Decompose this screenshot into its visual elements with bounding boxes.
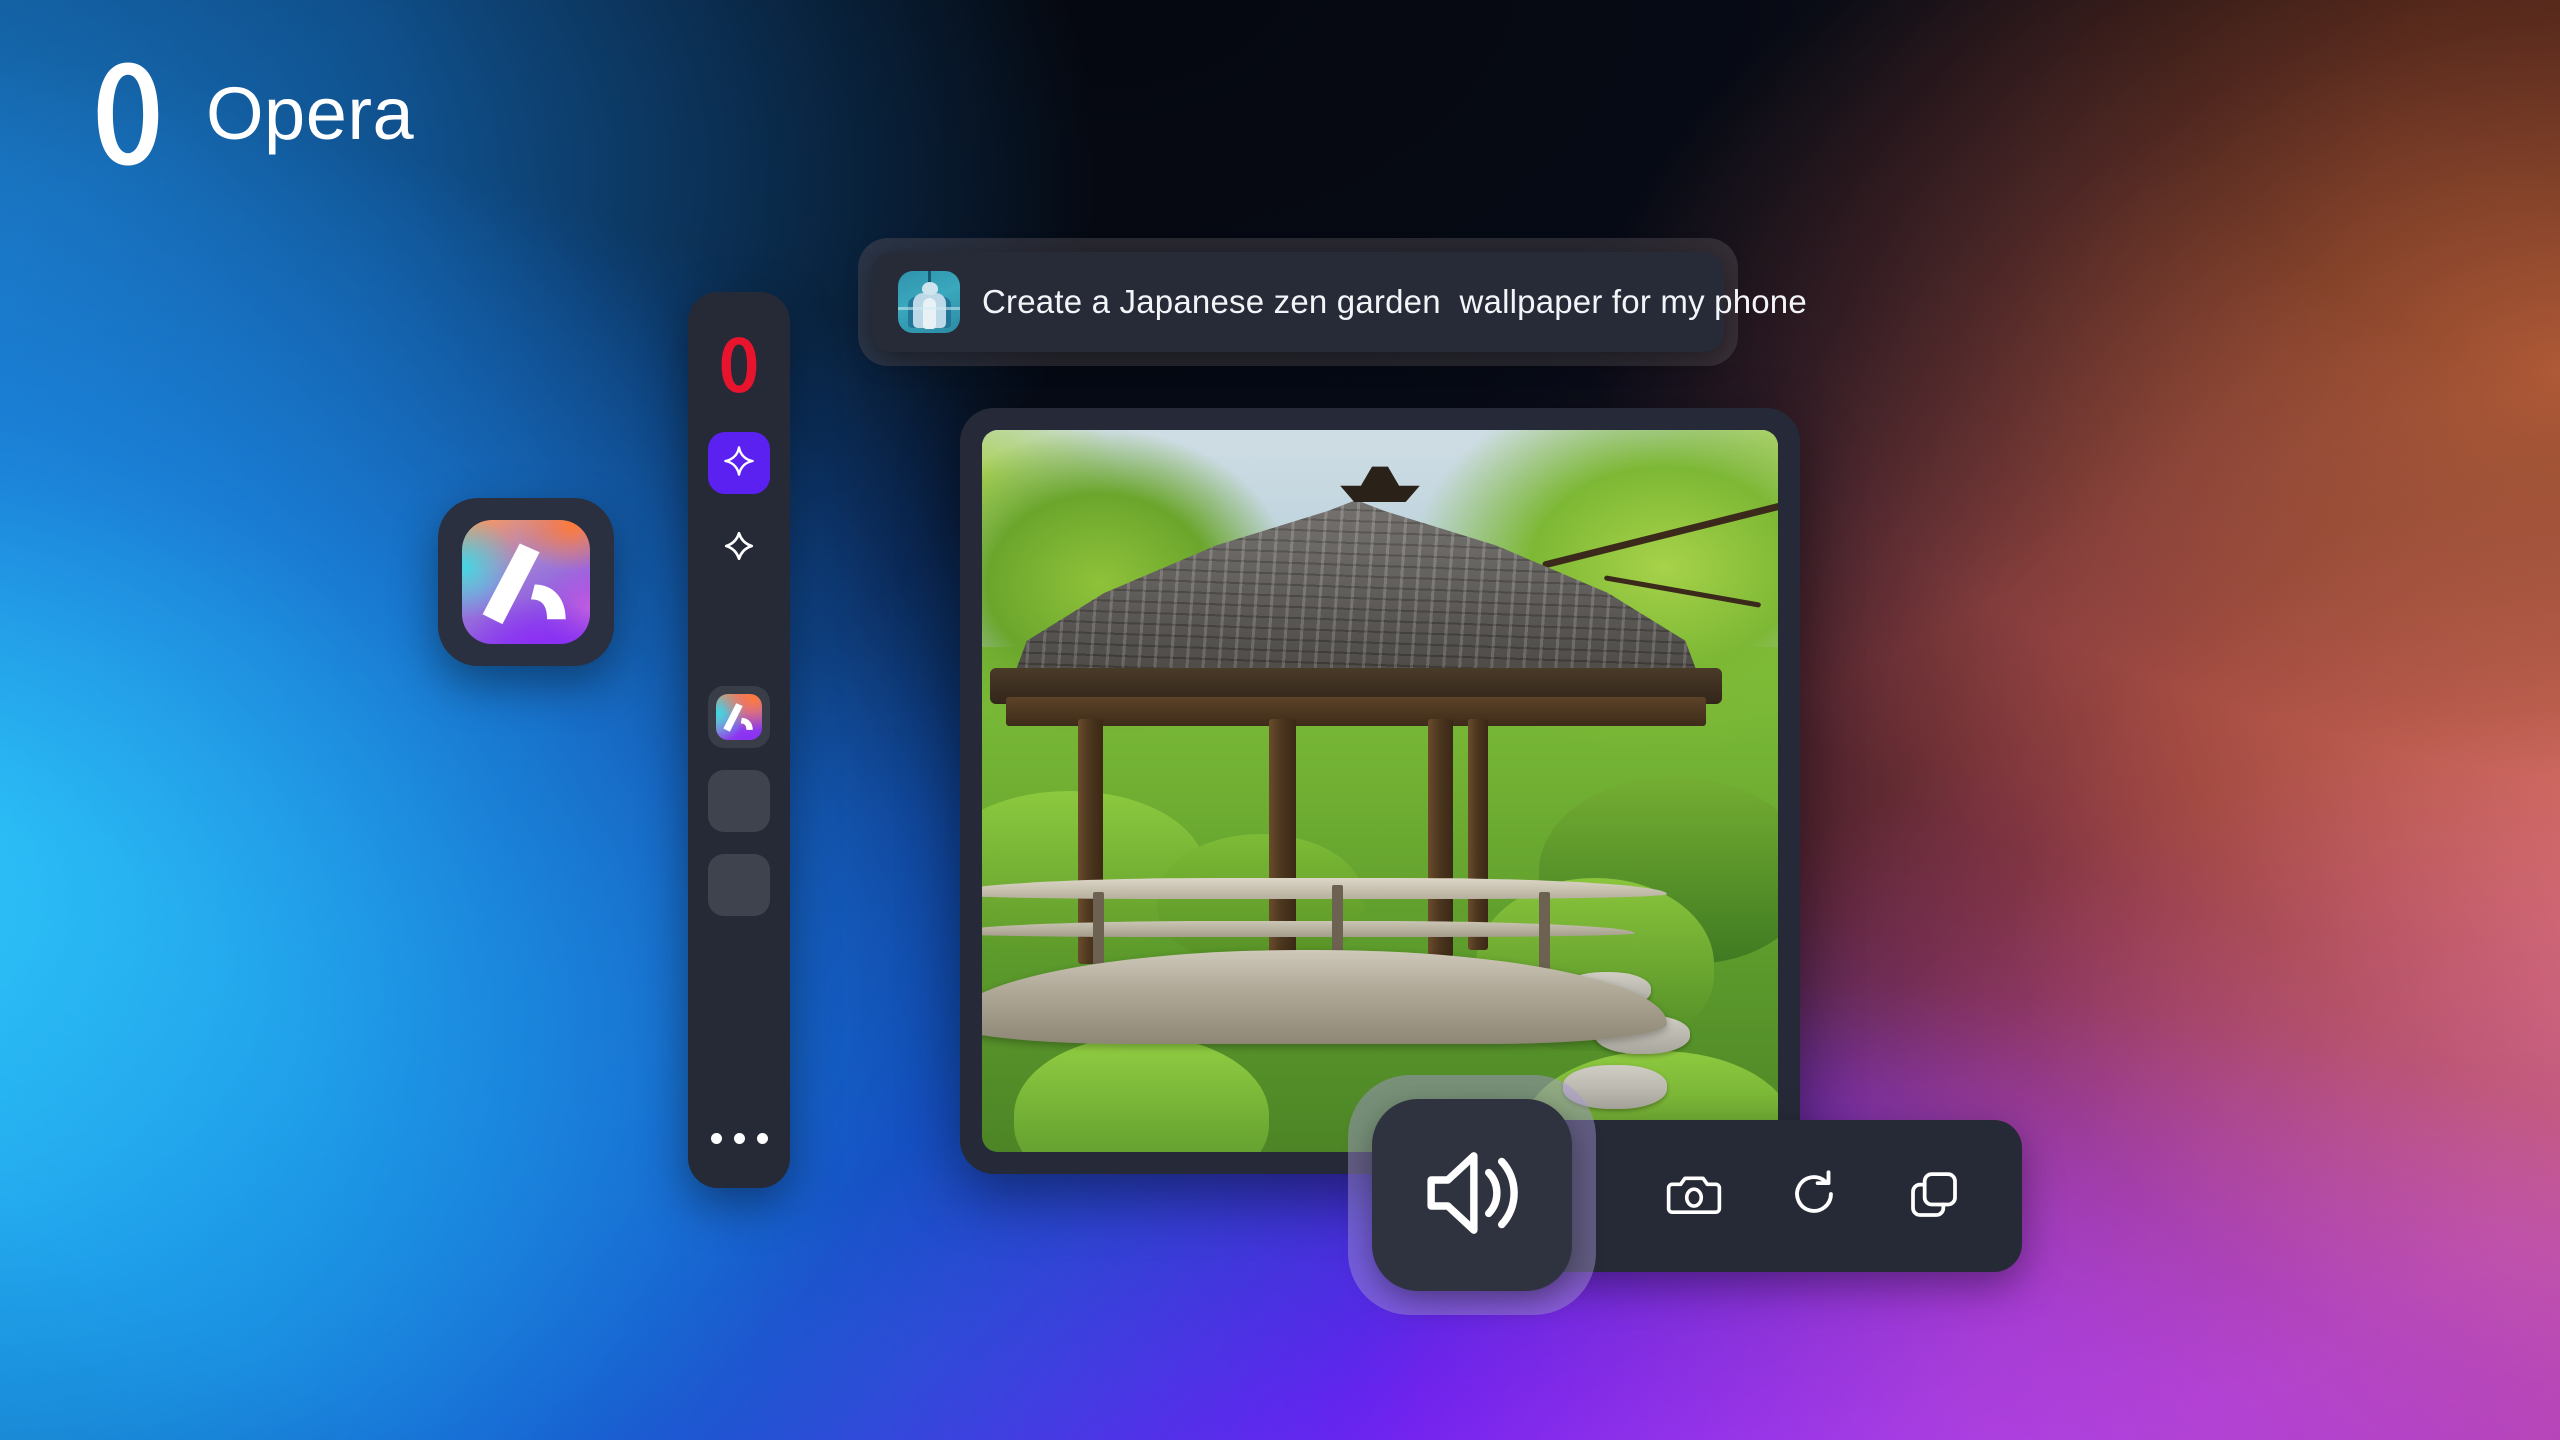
prompt-bar[interactable]: Create a Japanese zen garden wallpaper f…	[872, 252, 1724, 352]
aria-app-floating-icon[interactable]	[438, 498, 614, 666]
user-avatar	[898, 271, 960, 333]
sidebar-item-app-slot-2[interactable]	[708, 854, 770, 916]
speaker-button[interactable]	[1348, 1075, 1596, 1315]
scene-bridge-handrail-top	[982, 878, 1667, 900]
scene-pagoda-post-4	[1468, 719, 1489, 950]
sidebar-item-diamond-button[interactable]	[719, 528, 759, 568]
sidebar-item-aria-app-tile[interactable]	[708, 686, 770, 748]
sidebar-item-opera-logo[interactable]	[708, 334, 770, 396]
copy-button[interactable]	[1874, 1120, 1994, 1272]
opera-o-icon	[72, 58, 184, 170]
sidebar-item-aria-button[interactable]	[708, 432, 770, 494]
aria-app-icon	[716, 694, 762, 740]
prompt-bar-container: Create a Japanese zen garden wallpaper f…	[858, 238, 1738, 366]
refresh-icon	[1785, 1165, 1843, 1228]
copy-icon	[1906, 1166, 1962, 1227]
sidebar-item-app-slot-1[interactable]	[708, 770, 770, 832]
speaker-volume-icon	[1420, 1141, 1524, 1250]
generated-image	[982, 430, 1778, 1152]
regenerate-button[interactable]	[1754, 1120, 1874, 1272]
diamond-outline-icon	[722, 529, 756, 568]
scene-bridge-post-3	[1539, 892, 1549, 979]
camera-icon	[1665, 1165, 1723, 1228]
more-dots-icon[interactable]	[711, 1133, 768, 1144]
floating-sidebar	[688, 292, 790, 1188]
brand-name: Opera	[206, 77, 414, 151]
prompt-text: Create a Japanese zen garden wallpaper f…	[982, 282, 1807, 322]
opera-brand-lockup: Opera	[72, 58, 414, 170]
scene-pagoda-beam	[1006, 697, 1706, 726]
camera-button[interactable]	[1634, 1120, 1754, 1272]
scene-bridge-handrail-low	[982, 921, 1635, 937]
aria-app-icon	[462, 520, 590, 644]
generated-image-card[interactable]	[960, 408, 1800, 1174]
sparkle-icon	[723, 445, 755, 482]
